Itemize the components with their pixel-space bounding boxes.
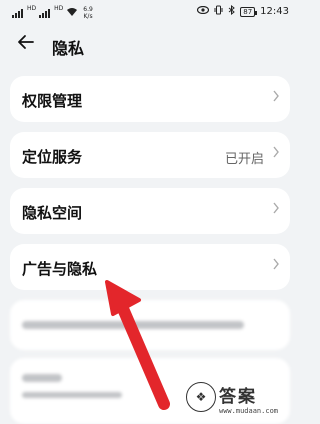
watermark: ❖ 答案 www.mudaan.com: [186, 382, 296, 422]
watermark-text: 答案: [219, 387, 257, 407]
watermark-url: www.mudaan.com: [219, 407, 279, 415]
annotation-arrow-icon: [105, 280, 170, 410]
answer-logo-icon: ❖: [186, 382, 216, 412]
